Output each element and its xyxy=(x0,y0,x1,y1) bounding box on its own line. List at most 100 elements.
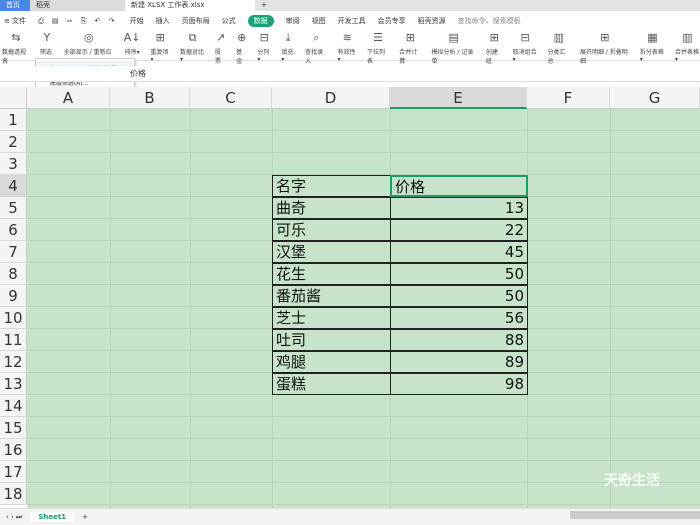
column-header-A[interactable]: A xyxy=(27,87,110,109)
tab-workbook[interactable]: 新建 XLSX 工作表.xlsx xyxy=(125,0,255,11)
table-cell-name[interactable]: 鸡腿 xyxy=(272,351,391,373)
menu-bar: ≡ 文件 ⎙ ▤ ⇨ ⎘ ↶ ↷ 开始 插入 页面布局 公式 数据 审阅 视图 开发工具 会员专… xyxy=(0,11,700,31)
gridline xyxy=(610,109,611,508)
row-header-12[interactable]: 12 xyxy=(0,351,27,373)
menu-tab-4[interactable]: 数据 xyxy=(247,15,274,27)
row-header-15[interactable]: 15 xyxy=(0,417,27,439)
ribbon-label: 展开明细 / 折叠明细 xyxy=(579,49,628,65)
row-header-2[interactable]: 2 xyxy=(0,131,27,153)
ribbon-icon: ▥ xyxy=(682,31,693,44)
row-header-4[interactable]: 4 xyxy=(0,175,27,197)
formula-bar: 价格 xyxy=(0,66,700,82)
row-header-5[interactable]: 5 xyxy=(0,197,27,219)
row-header-6[interactable]: 6 xyxy=(0,219,27,241)
table-cell-price[interactable]: 50 xyxy=(390,263,528,285)
ribbon-button-20[interactable]: ▥ 合并表格▾ xyxy=(675,31,700,63)
ribbon-button-19[interactable]: ▦ 拆分表格▾ xyxy=(640,31,665,63)
ribbon-button-0[interactable]: ⇆ 数据透视表 xyxy=(2,31,30,65)
file-menu[interactable]: ≡ 文件 xyxy=(4,16,26,26)
row-header-3[interactable]: 3 xyxy=(0,153,27,175)
ribbon-button-14[interactable]: ▤ 模拟分析 / 记录单 xyxy=(432,31,476,65)
ribbon-button-7[interactable]: ⊕ 基金 xyxy=(236,31,247,65)
ribbon-button-8[interactable]: ⊟ 分列▾ xyxy=(257,31,271,63)
menu-tab-7[interactable]: 开发工具 xyxy=(338,16,366,26)
table-header-price[interactable]: 价格 xyxy=(390,175,528,197)
column-header-D[interactable]: D xyxy=(272,87,390,109)
row-header-18[interactable]: 18 xyxy=(0,483,27,505)
row-header-16[interactable]: 16 xyxy=(0,439,27,461)
menu-tab-0[interactable]: 开始 xyxy=(130,16,144,26)
ribbon-button-16[interactable]: ⊟ 取消组合▾ xyxy=(513,31,538,63)
row-header-14[interactable]: 14 xyxy=(0,395,27,417)
ribbon-label: 重复项▾ xyxy=(150,49,169,63)
row-header-7[interactable]: 7 xyxy=(0,241,27,263)
watermark: 天奇生活 xyxy=(604,473,660,489)
column-header-F[interactable]: F xyxy=(527,87,610,109)
table-cell-name[interactable]: 番茄酱 xyxy=(272,285,391,307)
ribbon-label: 取消组合▾ xyxy=(512,49,537,63)
ribbon-button-3[interactable]: A↓ 排序▾ xyxy=(124,31,141,56)
table-cell-name[interactable]: 芝士 xyxy=(272,307,391,329)
column-header-E[interactable]: E xyxy=(390,87,527,109)
table-cell-price[interactable]: 22 xyxy=(390,219,528,241)
ribbon-button-6[interactable]: ↗ 股票 xyxy=(215,31,226,65)
tab-docer[interactable]: 稻壳 xyxy=(30,0,125,11)
table-cell-price[interactable]: 98 xyxy=(390,373,528,395)
menu-tab-2[interactable]: 页面布局 xyxy=(182,16,210,26)
add-sheet-button[interactable]: + xyxy=(82,513,88,521)
ribbon-label: 分列▾ xyxy=(257,49,270,63)
table-cell-price[interactable]: 56 xyxy=(390,307,528,329)
ribbon-icon: ▦ xyxy=(647,31,658,44)
horizontal-scrollbar[interactable] xyxy=(570,511,700,519)
ribbon-label: 基金 xyxy=(236,49,243,65)
menu-tab-6[interactable]: 视图 xyxy=(312,16,326,26)
row-header-10[interactable]: 10 xyxy=(0,307,27,329)
table-header-name[interactable]: 名字 xyxy=(272,175,391,197)
sheet-nav-icons[interactable]: ‹ › ⏭ xyxy=(6,513,22,522)
table-cell-price[interactable]: 50 xyxy=(390,285,528,307)
menu-tab-8[interactable]: 会员专享 xyxy=(378,16,406,26)
row-header-8[interactable]: 8 xyxy=(0,263,27,285)
ribbon-icon: ☰ xyxy=(373,31,384,44)
table-cell-name[interactable]: 吐司 xyxy=(272,329,391,351)
column-header-G[interactable]: G xyxy=(610,87,700,109)
select-all-corner[interactable] xyxy=(0,87,27,109)
ribbon-button-15[interactable]: ⊞ 创建组 xyxy=(486,31,503,65)
row-header-9[interactable]: 9 xyxy=(0,285,27,307)
ribbon-button-13[interactable]: ⊞ 合并计算 xyxy=(399,31,421,65)
ribbon-button-18[interactable]: ⊞ 展开明细 / 折叠明细 xyxy=(580,31,630,65)
formula-content[interactable]: 价格 xyxy=(130,68,146,79)
column-header-B[interactable]: B xyxy=(110,87,190,109)
table-cell-name[interactable]: 蛋糕 xyxy=(272,373,391,395)
ribbon-label: 填充▾ xyxy=(281,49,294,63)
new-tab-button[interactable]: + xyxy=(255,0,273,11)
table-cell-name[interactable]: 可乐 xyxy=(272,219,391,241)
row-header-11[interactable]: 11 xyxy=(0,329,27,351)
ribbon-button-4[interactable]: ⊞ 重复项▾ xyxy=(150,31,170,63)
column-header-C[interactable]: C xyxy=(190,87,272,109)
ribbon-button-9[interactable]: ⤓ 填充▾ xyxy=(281,31,295,63)
table-cell-price[interactable]: 88 xyxy=(390,329,528,351)
row-header-17[interactable]: 17 xyxy=(0,461,27,483)
row-header-13[interactable]: 13 xyxy=(0,373,27,395)
menu-tab-9[interactable]: 稻壳资源 xyxy=(418,16,446,26)
table-cell-price[interactable]: 89 xyxy=(390,351,528,373)
tab-home[interactable]: 首页 xyxy=(0,0,30,11)
ribbon-label: 有效性▾ xyxy=(337,49,356,63)
search-input[interactable]: 查找命令、搜索模板 xyxy=(458,16,521,26)
table-cell-price[interactable]: 45 xyxy=(390,241,528,263)
sheet-tab[interactable]: Sheet1 xyxy=(30,512,75,522)
ribbon-button-5[interactable]: ⧉ 数据对比▾ xyxy=(180,31,205,63)
ribbon-button-10[interactable]: ⌕ 查找录入 xyxy=(305,31,327,65)
ribbon-button-11[interactable]: ≋ 有效性▾ xyxy=(337,31,357,63)
ribbon-button-12[interactable]: ☰ 下拉列表 xyxy=(367,31,389,65)
menu-tab-5[interactable]: 审阅 xyxy=(286,16,300,26)
menu-tab-1[interactable]: 插入 xyxy=(156,16,170,26)
table-cell-name[interactable]: 花生 xyxy=(272,263,391,285)
table-cell-name[interactable]: 汉堡 xyxy=(272,241,391,263)
menu-tab-3[interactable]: 公式 xyxy=(222,16,236,26)
table-cell-price[interactable]: 13 xyxy=(390,197,528,219)
ribbon-button-17[interactable]: ▥ 分类汇总 xyxy=(548,31,570,65)
table-cell-name[interactable]: 曲奇 xyxy=(272,197,391,219)
row-header-1[interactable]: 1 xyxy=(0,109,27,131)
